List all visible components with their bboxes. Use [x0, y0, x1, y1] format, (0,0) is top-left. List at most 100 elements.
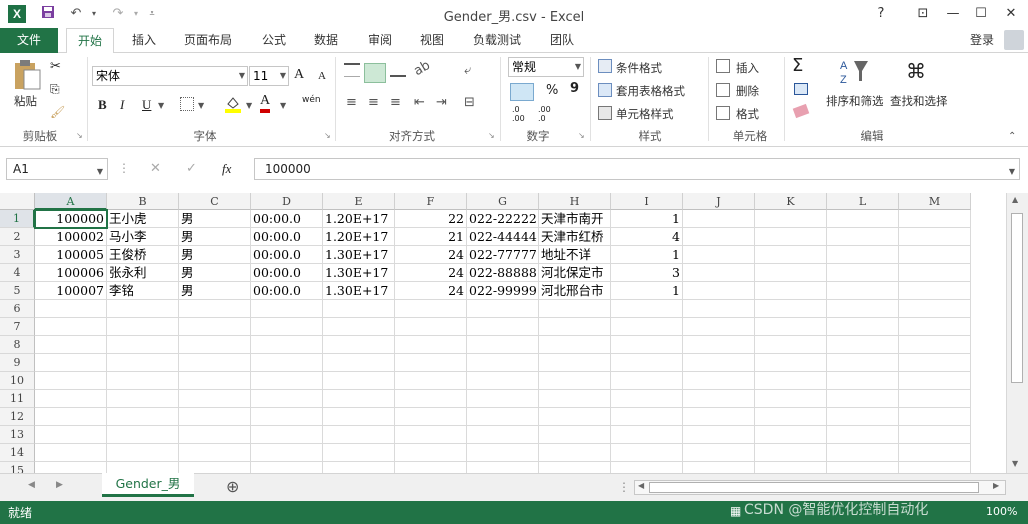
cell-h10[interactable] [539, 372, 611, 390]
cell-f13[interactable] [395, 426, 467, 444]
paste-button[interactable]: 粘贴 [14, 93, 37, 109]
wrap-text-icon[interactable]: ⤶ [464, 63, 471, 78]
cell-m10[interactable] [899, 372, 971, 390]
cell-g11[interactable] [467, 390, 539, 408]
align-center-icon[interactable]: ≡ [368, 95, 379, 110]
cell-a14[interactable] [35, 444, 107, 462]
cell-a15[interactable] [35, 462, 107, 473]
grow-font-icon[interactable]: A [294, 67, 304, 83]
cell-c4[interactable]: 男 [179, 264, 251, 282]
conditional-format-button[interactable]: 条件格式 [616, 60, 662, 76]
cell-d14[interactable] [251, 444, 323, 462]
cell-a2[interactable]: 100002 [35, 228, 107, 246]
shrink-font-icon[interactable]: A [318, 70, 326, 82]
cell-a6[interactable] [35, 300, 107, 318]
sheet-splitter-icon[interactable]: ⋮ [618, 480, 630, 494]
cell-g5[interactable]: 022-99999 [467, 282, 539, 300]
cell-m8[interactable] [899, 336, 971, 354]
cell-f14[interactable] [395, 444, 467, 462]
cell-a9[interactable] [35, 354, 107, 372]
add-sheet-button[interactable]: ⊕ [226, 477, 239, 496]
merge-center-icon[interactable]: ⊟ [464, 95, 475, 110]
row-header[interactable]: 12 [0, 408, 35, 426]
cell-k9[interactable] [755, 354, 827, 372]
cell-i1[interactable]: 1 [611, 210, 683, 228]
cell-c8[interactable] [179, 336, 251, 354]
cell-styles-icon[interactable] [598, 106, 612, 120]
comma-button[interactable]: 9 [570, 81, 579, 96]
cell-m7[interactable] [899, 318, 971, 336]
sheet-prev-icon[interactable]: ◀ [28, 480, 35, 490]
ribbon-display-button[interactable]: ⊡ [910, 4, 936, 24]
cell-f9[interactable] [395, 354, 467, 372]
sheet-next-icon[interactable]: ▶ [56, 480, 63, 490]
cell-h5[interactable]: 河北邢台市 [539, 282, 611, 300]
cell-d13[interactable] [251, 426, 323, 444]
align-bottom-icon[interactable] [390, 63, 406, 77]
cell-e7[interactable] [323, 318, 395, 336]
maximize-button[interactable]: ☐ [968, 4, 994, 24]
cell-k8[interactable] [755, 336, 827, 354]
column-header-c[interactable]: C [179, 193, 251, 210]
cell-b10[interactable] [107, 372, 179, 390]
cell-j2[interactable] [683, 228, 755, 246]
row-header[interactable]: 15 [0, 462, 35, 473]
cell-h14[interactable] [539, 444, 611, 462]
decrease-decimal-button[interactable]: .00 .0 [538, 105, 551, 123]
cell-e9[interactable] [323, 354, 395, 372]
cell-b11[interactable] [107, 390, 179, 408]
row-header[interactable]: 10 [0, 372, 35, 390]
cell-e13[interactable] [323, 426, 395, 444]
cell-i15[interactable] [611, 462, 683, 473]
cell-c1[interactable]: 男 [179, 210, 251, 228]
cell-i4[interactable]: 3 [611, 264, 683, 282]
cell-f5[interactable]: 24 [395, 282, 467, 300]
column-header-d[interactable]: D [251, 193, 323, 210]
cell-f15[interactable] [395, 462, 467, 473]
cell-h3[interactable]: 地址不详 [539, 246, 611, 264]
conditional-format-icon[interactable] [598, 59, 612, 73]
scroll-right-icon[interactable]: ▶ [993, 481, 999, 490]
cell-j13[interactable] [683, 426, 755, 444]
cell-g6[interactable] [467, 300, 539, 318]
close-button[interactable]: ✕ [998, 4, 1024, 24]
cell-g15[interactable] [467, 462, 539, 473]
cell-styles-button[interactable]: 单元格样式 [616, 106, 674, 122]
cell-j11[interactable] [683, 390, 755, 408]
cell-m4[interactable] [899, 264, 971, 282]
cell-a1[interactable]: 100000 [34, 209, 108, 229]
insert-function-button[interactable]: fx [222, 161, 231, 177]
cell-c9[interactable] [179, 354, 251, 372]
cell-i5[interactable]: 1 [611, 282, 683, 300]
help-button[interactable]: ? [868, 4, 894, 24]
cell-g3[interactable]: 022-77777 [467, 246, 539, 264]
tab-page-layout[interactable]: 页面布局 [176, 28, 240, 53]
cell-j9[interactable] [683, 354, 755, 372]
cell-j14[interactable] [683, 444, 755, 462]
column-header-h[interactable]: H [539, 193, 611, 210]
insert-cells-button[interactable]: 插入 [736, 60, 759, 76]
fill-icon[interactable] [794, 83, 808, 95]
cell-b5[interactable]: 李铭 [107, 282, 179, 300]
formula-input[interactable]: 100000 ▼ [254, 158, 1020, 180]
percent-button[interactable]: % [546, 83, 558, 98]
row-header[interactable]: 6 [0, 300, 35, 318]
increase-decimal-button[interactable]: .0 .00 [512, 105, 525, 123]
tab-file[interactable]: 文件 [0, 28, 58, 53]
clipboard-launcher-icon[interactable]: ↘ [76, 131, 83, 140]
cell-h6[interactable] [539, 300, 611, 318]
row-header[interactable]: 11 [0, 390, 35, 408]
normal-view-icon[interactable]: ▦ [730, 504, 741, 518]
cell-j15[interactable] [683, 462, 755, 473]
cell-i13[interactable] [611, 426, 683, 444]
cell-a13[interactable] [35, 426, 107, 444]
cell-g12[interactable] [467, 408, 539, 426]
cell-i2[interactable]: 4 [611, 228, 683, 246]
cell-c5[interactable]: 男 [179, 282, 251, 300]
clear-icon[interactable] [792, 103, 810, 119]
decrease-indent-icon[interactable]: ⇤ [414, 95, 425, 110]
scroll-up-icon[interactable]: ▲ [1012, 195, 1018, 204]
cell-c12[interactable] [179, 408, 251, 426]
column-header-i[interactable]: I [611, 193, 683, 210]
cell-h4[interactable]: 河北保定市 [539, 264, 611, 282]
